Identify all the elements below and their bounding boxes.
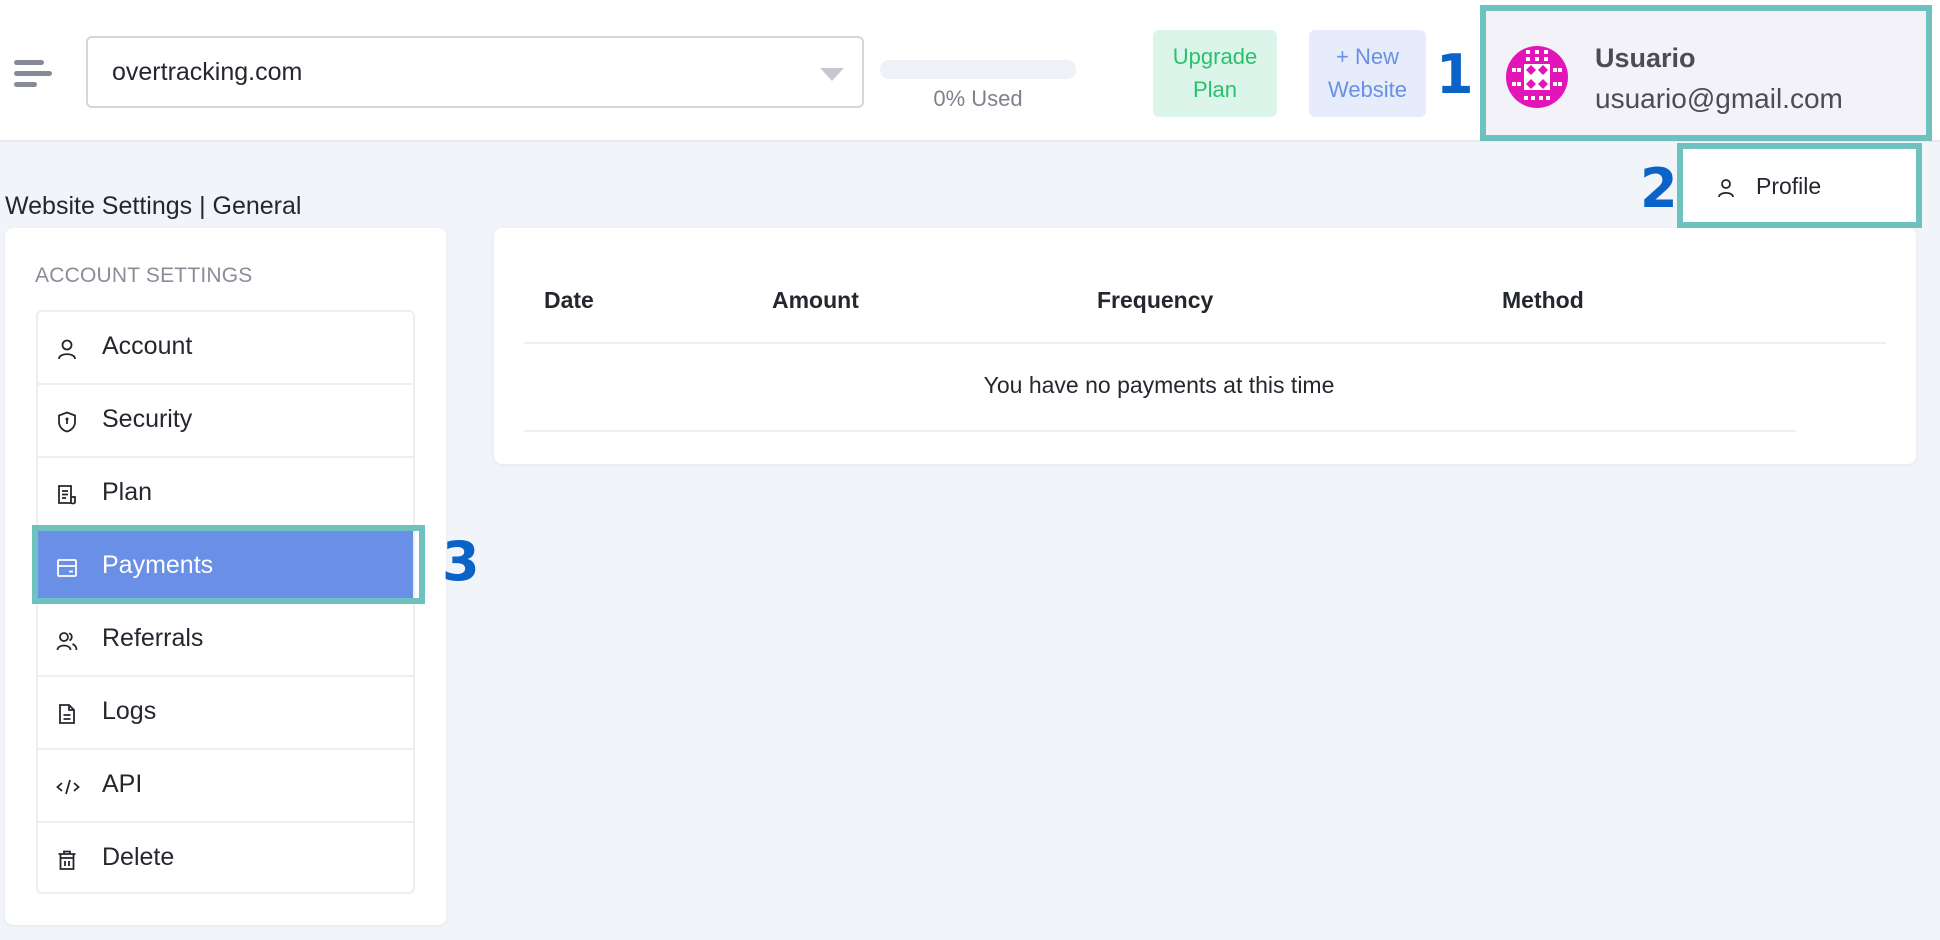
sidebar-item-label: API	[102, 770, 143, 798]
header-divider	[524, 342, 1886, 344]
account-settings-sidebar: ACCOUNT SETTINGS Account Security Plan P…	[5, 228, 446, 925]
receipt-icon	[56, 484, 78, 506]
column-header-method: Method	[1502, 287, 1584, 313]
column-header-amount: Amount	[772, 287, 859, 313]
website-select[interactable]: overtracking.com	[86, 36, 864, 108]
sidebar-item-delete[interactable]: Delete	[38, 823, 413, 896]
sidebar-item-account[interactable]: Account	[38, 312, 413, 385]
annotation-marker-2: 2	[1640, 157, 1678, 220]
annotation-marker-3: 3	[442, 530, 480, 593]
document-icon	[56, 703, 78, 725]
users-icon	[56, 630, 78, 652]
profile-menu-item[interactable]: Profile	[1677, 143, 1922, 228]
upgrade-plan-label-line1: Upgrade	[1172, 44, 1258, 69]
sidebar-item-referrals[interactable]: Referrals	[38, 604, 413, 677]
sidebar-item-label: Plan	[102, 478, 153, 506]
hamburger-line	[14, 82, 37, 87]
new-website-label-line2: Website	[1327, 77, 1408, 102]
row-divider	[524, 430, 1796, 432]
sidebar-heading: ACCOUNT SETTINGS	[35, 264, 253, 287]
chevron-down-icon	[820, 68, 844, 81]
column-header-frequency: Frequency	[1097, 287, 1214, 313]
usage-progress-bar	[880, 60, 1076, 79]
upgrade-plan-button[interactable]: Upgrade Plan	[1153, 30, 1277, 117]
page-title: Website Settings | General	[5, 192, 302, 220]
sidebar-item-plan[interactable]: Plan	[38, 458, 413, 531]
user-icon	[1717, 178, 1735, 198]
code-icon	[56, 776, 80, 798]
sidebar-item-label: Payments	[102, 551, 214, 579]
user-menu-button[interactable]: Usuario usuario@gmail.com	[1480, 5, 1932, 141]
settings-menu: Account Security Plan Payments Referrals	[36, 310, 415, 894]
trash-icon	[56, 849, 78, 871]
website-select-value: overtracking.com	[112, 58, 303, 86]
column-header-date: Date	[544, 287, 594, 313]
new-website-button[interactable]: + New Website	[1309, 30, 1426, 117]
profile-label: Profile	[1756, 173, 1822, 199]
sidebar-item-payments[interactable]: Payments	[38, 531, 413, 604]
upgrade-plan-label-line2: Plan	[1192, 77, 1238, 102]
sidebar-item-security[interactable]: Security	[38, 385, 413, 458]
avatar	[1506, 46, 1568, 108]
shield-icon	[56, 411, 78, 433]
hamburger-line	[14, 71, 52, 76]
hamburger-line	[14, 60, 44, 65]
sidebar-item-label: Logs	[102, 697, 157, 725]
new-website-label-line1: + New	[1336, 44, 1399, 69]
annotation-marker-1: 1	[1436, 43, 1474, 106]
sidebar-item-api[interactable]: API	[38, 750, 413, 823]
usage-label: 0% Used	[933, 86, 1023, 111]
user-email: usuario@gmail.com	[1595, 83, 1843, 114]
hamburger-menu-icon[interactable]	[12, 56, 56, 92]
user-name: Usuario	[1595, 43, 1696, 73]
sidebar-item-label: Delete	[102, 843, 175, 871]
payments-table-card: Date Amount Frequency Method You have no…	[494, 228, 1916, 464]
sidebar-item-label: Security	[102, 405, 193, 433]
sidebar-item-label: Referrals	[102, 624, 204, 652]
sidebar-item-logs[interactable]: Logs	[38, 677, 413, 750]
credit-card-icon	[56, 557, 78, 579]
empty-state-message: You have no payments at this time	[983, 372, 1335, 398]
identicon-icon	[1512, 50, 1562, 100]
user-icon	[56, 338, 78, 360]
sidebar-item-label: Account	[102, 332, 193, 360]
